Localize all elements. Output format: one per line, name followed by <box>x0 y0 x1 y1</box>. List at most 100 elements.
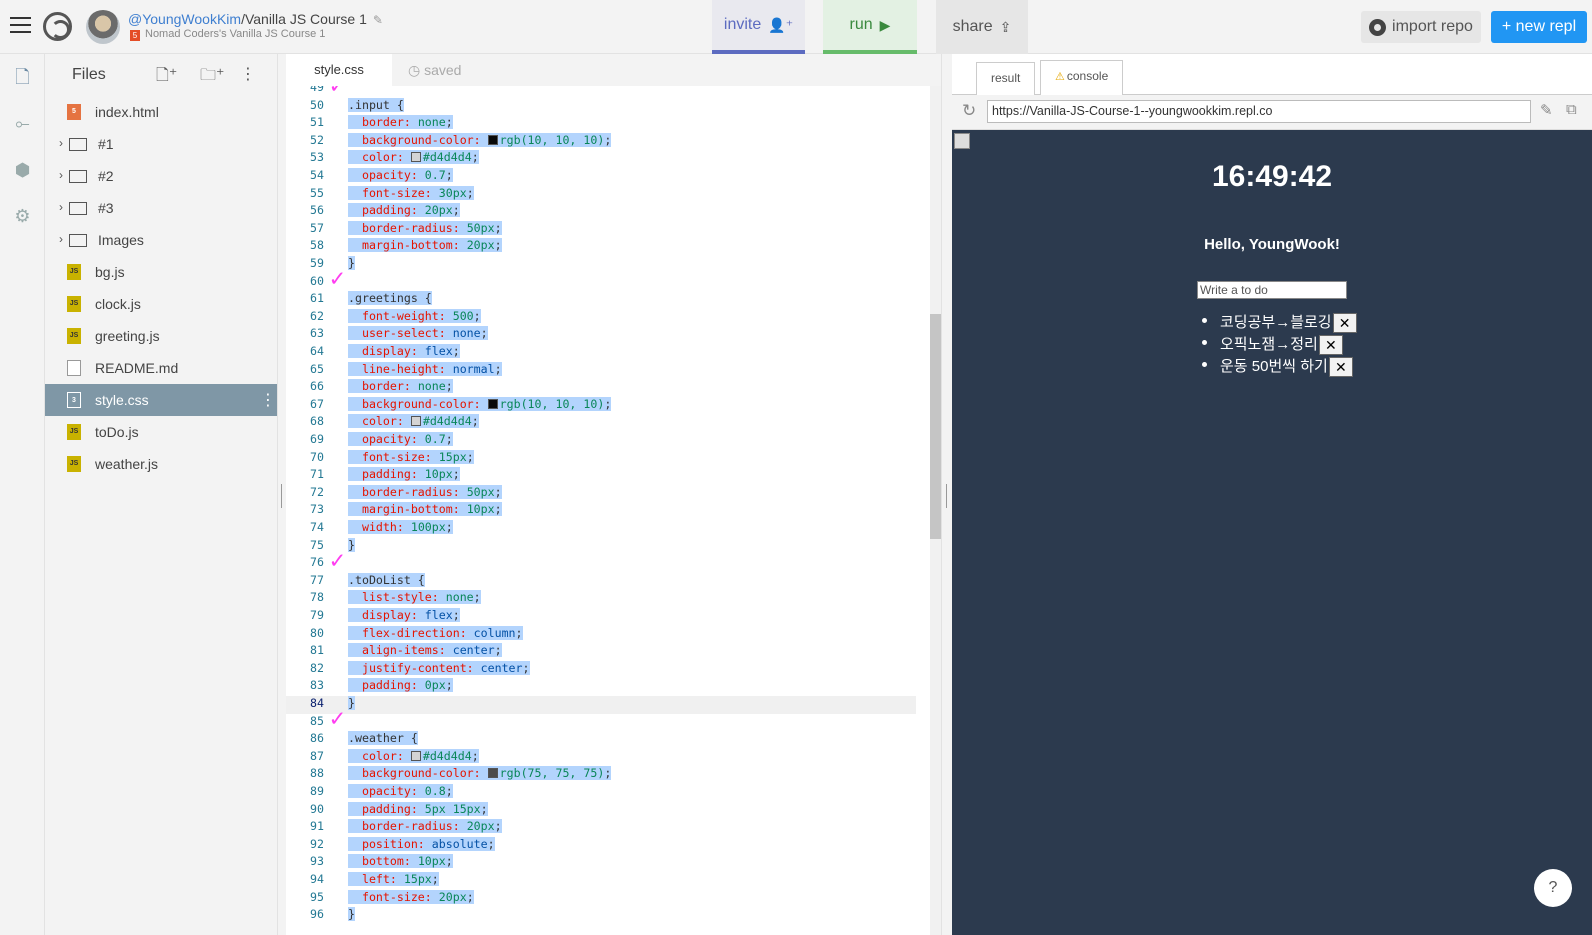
file-item[interactable]: JS bg.js <box>45 256 277 288</box>
scroll-thumb[interactable] <box>930 314 941 539</box>
file-item[interactable]: JS weather.js <box>45 448 277 480</box>
packages-icon[interactable]: ⬢ <box>12 160 33 181</box>
delete-todo-button[interactable]: ✕ <box>1332 313 1357 334</box>
color-swatch[interactable] <box>410 152 421 163</box>
version-control-icon[interactable]: ⟜ <box>12 113 33 134</box>
edit-url-icon[interactable]: ✎ <box>1540 101 1553 119</box>
code-line: 87 color: #d4d4d4; <box>286 748 916 767</box>
code-text: align-items: center; <box>348 643 502 658</box>
chevron-right-icon[interactable]: › <box>59 200 63 214</box>
code-line: 66 border: none; <box>286 379 916 397</box>
file-item[interactable]: › #3 <box>45 192 277 224</box>
line-number: 74 <box>310 520 324 534</box>
editor-scrollbar[interactable] <box>930 86 941 935</box>
code-text: user-select: none; <box>348 326 488 341</box>
code-line: 56 padding: 20px; <box>286 203 916 221</box>
code-line: 60 <box>286 274 916 292</box>
panel-resize-handle[interactable] <box>277 54 286 935</box>
user-link[interactable]: @YoungWookKim <box>128 11 241 27</box>
chevron-right-icon[interactable]: › <box>59 232 63 246</box>
refresh-icon[interactable]: ↻ <box>962 101 976 121</box>
file-item[interactable]: › #2 <box>45 160 277 192</box>
line-number: 90 <box>310 801 324 816</box>
import-repo-button[interactable]: import repo <box>1361 11 1481 43</box>
file-more-icon[interactable]: ⋮ <box>260 390 276 410</box>
code-text: margin-bottom: 10px; <box>348 502 502 517</box>
code-line: 70 font-size: 15px; <box>286 449 916 468</box>
code-line: 67 background-color: rgb(10, 10, 10); <box>286 396 916 415</box>
todo-item: 운동 50번씩 하기 ✕ <box>1197 355 1357 378</box>
file-item[interactable]: README.md <box>45 352 277 384</box>
color-swatch[interactable] <box>410 750 421 761</box>
file-item[interactable]: › #1 <box>45 128 277 160</box>
delete-todo-button[interactable]: ✕ <box>1328 357 1353 378</box>
help-button[interactable]: ? <box>1534 869 1572 907</box>
chevron-right-icon[interactable]: › <box>59 168 63 182</box>
file-item[interactable]: 5 index.html <box>45 96 277 128</box>
code-text: flex-direction: column; <box>348 625 523 640</box>
file-item[interactable]: 3 style.css ⋮ <box>45 384 277 416</box>
todo-input[interactable]: Write a to do <box>1197 281 1347 299</box>
code-text: border-radius: 50px; <box>348 220 502 235</box>
color-swatch[interactable] <box>487 768 498 779</box>
file-item[interactable]: JS clock.js <box>45 288 277 320</box>
new-repl-button[interactable]: + new repl <box>1491 11 1587 43</box>
tab-result[interactable]: result <box>976 62 1036 95</box>
file-label: index.html <box>95 104 159 120</box>
line-number: 89 <box>310 784 324 798</box>
file-item[interactable]: › Images <box>45 224 277 256</box>
open-new-tab-icon[interactable]: ⧉ <box>1566 101 1577 118</box>
code-area[interactable]: 4950.input {✓51 border: none;52 backgrou… <box>286 86 941 935</box>
settings-gear-icon[interactable]: ⚙ <box>12 206 33 227</box>
code-text: display: flex; <box>348 608 460 622</box>
line-number: 62 <box>310 308 324 323</box>
color-swatch[interactable] <box>487 398 498 409</box>
delete-todo-button[interactable]: ✕ <box>1318 335 1343 356</box>
code-text: font-size: 15px; <box>348 449 474 464</box>
line-number: 72 <box>310 484 324 499</box>
code-text: font-weight: 500; <box>348 308 481 323</box>
js-file-icon: JS <box>67 296 81 312</box>
tab-console[interactable]: ⚠ console <box>1040 60 1124 95</box>
add-file-icon[interactable]: 🗋⁺ <box>156 64 177 91</box>
color-swatch[interactable] <box>410 416 421 427</box>
tab-style-css[interactable]: style.css <box>286 54 392 86</box>
line-number: 49 <box>310 86 324 94</box>
file-item[interactable]: JS toDo.js <box>45 416 277 448</box>
replit-logo-icon[interactable] <box>43 12 72 41</box>
run-button[interactable]: run ▶ <box>823 0 917 54</box>
add-folder-icon[interactable]: 🗀⁺ <box>200 64 224 91</box>
code-text: font-size: 20px; <box>348 889 474 904</box>
saved-status: ◷ saved <box>408 62 461 79</box>
code-line: 92 position: absolute; <box>286 836 916 855</box>
code-text: opacity: 0.7; <box>348 168 453 182</box>
file-item[interactable]: JS greeting.js <box>45 320 277 352</box>
line-number: 63 <box>310 326 324 341</box>
files-icon[interactable]: 🗋 <box>12 67 33 88</box>
line-number: 59 <box>310 256 324 270</box>
line-number: 85 <box>310 713 324 728</box>
share-button[interactable]: share ⇪ <box>936 0 1028 54</box>
avatar[interactable] <box>86 10 120 44</box>
color-swatch[interactable] <box>487 134 498 145</box>
url-field[interactable]: https://Vanilla-JS-Course-1--youngwookki… <box>987 100 1531 123</box>
menu-icon[interactable] <box>10 17 31 34</box>
line-number: 76 <box>310 555 324 570</box>
more-options-icon[interactable]: ⋮ <box>240 64 256 84</box>
output-resize-handle[interactable] <box>941 54 952 935</box>
line-number: 95 <box>310 889 324 904</box>
invite-button[interactable]: invite 👤⁺ <box>712 0 805 54</box>
code-text: padding: 20px; <box>348 203 460 218</box>
code-text: border: none; <box>348 115 453 130</box>
todo-item: 코딩공부→블로깅 ✕ <box>1197 311 1357 334</box>
code-line: 79 display: flex; <box>286 608 916 626</box>
code-line: 95 font-size: 20px; <box>286 889 916 908</box>
edit-pencil-icon[interactable]: ✎ <box>373 13 383 27</box>
folder-icon <box>69 138 87 151</box>
line-number: 61 <box>310 291 324 306</box>
chevron-right-icon[interactable]: › <box>59 136 63 150</box>
code-text: display: flex; <box>348 344 460 358</box>
line-number: 75 <box>310 537 324 552</box>
saved-label: saved <box>424 62 462 78</box>
code-line: 91 border-radius: 20px; <box>286 819 916 837</box>
